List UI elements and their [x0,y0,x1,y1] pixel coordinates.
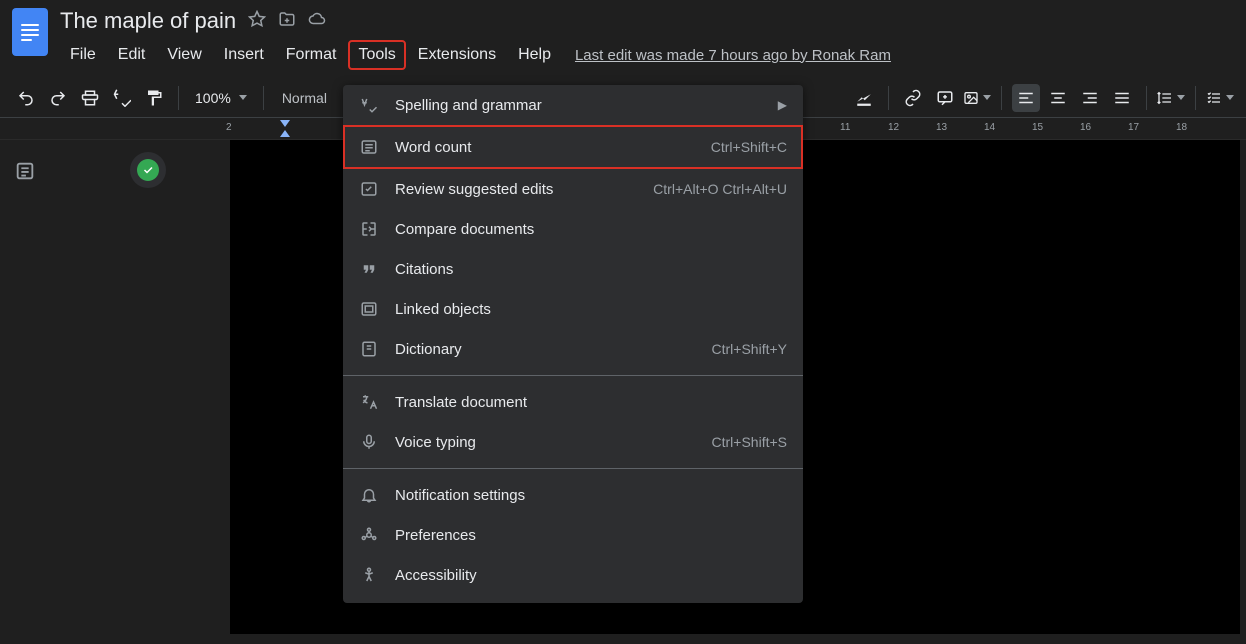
menu-item-shortcut: Ctrl+Shift+Y [712,341,787,357]
line-spacing-button[interactable] [1157,84,1185,112]
menu-insert[interactable]: Insert [214,40,274,70]
document-outline-button[interactable] [14,160,36,187]
menu-item-shortcut: Ctrl+Shift+S [712,434,787,450]
menu-item-label: Compare documents [395,221,787,238]
menu-format[interactable]: Format [276,40,347,70]
highlight-color-button[interactable] [850,84,878,112]
prefs-icon [359,525,379,545]
voice-icon [359,432,379,452]
align-left-button[interactable] [1012,84,1040,112]
menu-item-label: Spelling and grammar [395,97,762,114]
print-button[interactable] [76,84,104,112]
add-comment-button[interactable] [931,84,959,112]
spellcheck-icon [359,95,379,115]
menu-item-label: Preferences [395,527,787,544]
dictionary-icon [359,339,379,359]
menu-item-label: Linked objects [395,301,787,318]
menu-help[interactable]: Help [508,40,561,70]
document-title[interactable]: The maple of pain [60,8,236,34]
star-icon[interactable] [248,10,266,33]
tools-menu-accessibility[interactable]: Accessibility [343,555,803,595]
tools-menu-voice-typing[interactable]: Voice typing Ctrl+Shift+S [343,422,803,462]
tools-menu-spelling-and-grammar[interactable]: Spelling and grammar ▶ [343,85,803,125]
menu-item-label: Dictionary [395,341,696,358]
paint-format-button[interactable] [140,84,168,112]
tools-menu-citations[interactable]: Citations [343,249,803,289]
access-icon [359,565,379,585]
menu-item-label: Word count [395,139,695,156]
tools-menu-compare-documents[interactable]: Compare documents [343,209,803,249]
insert-link-button[interactable] [899,84,927,112]
align-center-button[interactable] [1044,84,1072,112]
tools-menu-notification-settings[interactable]: Notification settings [343,475,803,515]
redo-button[interactable] [44,84,72,112]
menu-bar: File Edit View Insert Format Tools Exten… [60,40,891,70]
last-edit-link[interactable]: Last edit was made 7 hours ago by Ronak … [575,47,891,64]
menu-item-shortcut: Ctrl+Shift+C [711,139,787,155]
cloud-status-icon[interactable] [308,10,326,33]
menu-item-label: Notification settings [395,487,787,504]
menu-item-label: Citations [395,261,787,278]
review-icon [359,179,379,199]
menu-item-label: Translate document [395,394,787,411]
move-icon[interactable] [278,10,296,33]
paragraph-style-dropdown[interactable]: Normal [274,90,335,106]
bell-icon [359,485,379,505]
menu-item-label: Voice typing [395,434,696,451]
menu-item-label: Accessibility [395,567,787,584]
menu-file[interactable]: File [60,40,106,70]
docs-app-icon[interactable] [12,8,48,56]
linked-icon [359,299,379,319]
translate-icon [359,392,379,412]
submenu-arrow-icon: ▶ [778,98,787,112]
insert-image-button[interactable] [963,84,991,112]
undo-button[interactable] [12,84,40,112]
tools-menu-dictionary[interactable]: Dictionary Ctrl+Shift+Y [343,329,803,369]
align-right-button[interactable] [1076,84,1104,112]
citations-icon [359,259,379,279]
menu-item-shortcut: Ctrl+Alt+O Ctrl+Alt+U [653,181,787,197]
checklist-button[interactable] [1206,84,1234,112]
menu-view[interactable]: View [157,40,211,70]
menu-edit[interactable]: Edit [108,40,156,70]
tools-menu-word-count[interactable]: Word count Ctrl+Shift+C [343,125,803,169]
zoom-dropdown[interactable]: 100% [189,90,253,106]
word-count-icon [359,137,379,157]
menu-tools[interactable]: Tools [348,40,405,70]
tools-menu-translate-document[interactable]: Translate document [343,382,803,422]
tools-menu-linked-objects[interactable]: Linked objects [343,289,803,329]
align-justify-button[interactable] [1108,84,1136,112]
spellcheck-button[interactable] [108,84,136,112]
spellcheck-status-badge[interactable] [130,152,166,188]
tools-menu-preferences[interactable]: Preferences [343,515,803,555]
compare-icon [359,219,379,239]
menu-extensions[interactable]: Extensions [408,40,506,70]
tools-dropdown-menu: Spelling and grammar ▶ Word count Ctrl+Shif… [343,85,803,603]
menu-item-label: Review suggested edits [395,181,637,198]
tools-menu-review-suggested-edits[interactable]: Review suggested edits Ctrl+Alt+O Ctrl+Al… [343,169,803,209]
